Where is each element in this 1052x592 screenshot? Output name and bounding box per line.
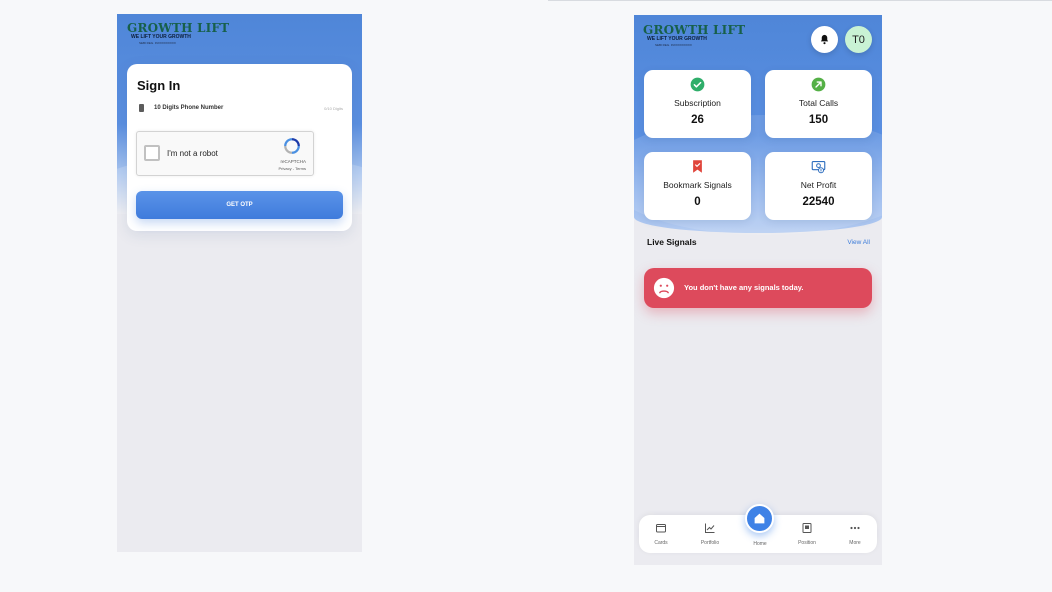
- phone-field[interactable]: 10 Digits Phone Number 0/10 Digits: [137, 104, 343, 116]
- home-screen: GROWTH LIFT WE LIFT YOUR GROWTH SEBI REG…: [634, 15, 882, 565]
- more-dots-icon: [850, 526, 860, 530]
- nav-label: Position: [798, 540, 816, 546]
- stat-card-bookmark-signals[interactable]: Bookmark Signals 0: [644, 152, 751, 220]
- logo-tagline: WE LIFT YOUR GROWTH: [131, 34, 191, 40]
- stat-card-total-calls[interactable]: Total Calls 150: [765, 70, 872, 138]
- alert-text: You don't have any signals today.: [684, 283, 804, 292]
- logo-brand: GROWTH LIFT: [643, 23, 746, 37]
- phone-icon: [139, 104, 144, 112]
- recaptcha-widget: I'm not a robot reCAPTCHA Privacy - Term…: [136, 131, 314, 176]
- avatar[interactable]: T0: [845, 26, 872, 53]
- signin-card: Sign In 10 Digits Phone Number 0/10 Digi…: [127, 64, 352, 231]
- phone-field-placeholder[interactable]: 10 Digits Phone Number: [154, 105, 223, 111]
- stat-card-subscription[interactable]: Subscription 26: [644, 70, 751, 138]
- bookmark-icon: [693, 160, 702, 173]
- nav-item-portfolio[interactable]: Portfolio: [690, 522, 730, 546]
- stat-value: 22540: [802, 196, 835, 208]
- stat-label: Total Calls: [798, 98, 839, 108]
- recaptcha-brand: reCAPTCHA: [280, 159, 306, 164]
- signin-screen: GROWTH LIFT WE LIFT YOUR GROWTH SEBI REG…: [117, 14, 362, 552]
- nav-label: Portfolio: [700, 540, 720, 546]
- stat-label: Bookmark Signals: [663, 180, 732, 190]
- app-logo: GROWTH LIFT WE LIFT YOUR GROWTH SEBI REG…: [643, 24, 745, 47]
- recaptcha-checkbox[interactable]: [144, 145, 160, 161]
- chart-line-icon: [705, 523, 715, 533]
- nav-item-cards[interactable]: Cards: [641, 522, 681, 546]
- stat-value: 26: [691, 114, 704, 126]
- position-icon: [802, 523, 812, 533]
- notifications-button[interactable]: [811, 26, 838, 53]
- logo-tagline: WE LIFT YOUR GROWTH: [647, 36, 707, 42]
- phone-digit-counter: 0/10 Digits: [324, 106, 343, 111]
- nav-label: Cards: [654, 540, 668, 546]
- logo-brand: GROWTH LIFT: [127, 21, 230, 35]
- recaptcha-logo-icon: [284, 138, 300, 154]
- app-logo: GROWTH LIFT WE LIFT YOUR GROWTH SEBI REG…: [127, 22, 229, 45]
- live-signals-title: Live Signals: [647, 237, 697, 247]
- check-circle-icon: [690, 77, 705, 92]
- stat-value: 150: [808, 114, 829, 126]
- top-divider: [548, 0, 1052, 1]
- sad-face-icon: [653, 277, 675, 299]
- logo-subline: SEBI REG. INXXXXXXXXX: [655, 43, 692, 47]
- bell-icon: [820, 34, 829, 45]
- cards-icon: [656, 524, 666, 533]
- get-otp-button[interactable]: GET OTP: [136, 191, 343, 219]
- home-icon: [754, 513, 765, 524]
- stat-label: Subscription: [674, 98, 721, 108]
- nav-item-position[interactable]: Position: [787, 522, 827, 546]
- nav-label-home: Home: [753, 541, 767, 547]
- stat-card-net-profit[interactable]: Net Profit 22540: [765, 152, 872, 220]
- view-all-link[interactable]: View All: [847, 239, 870, 246]
- recaptcha-label: I'm not a robot: [167, 149, 218, 158]
- no-signals-alert: You don't have any signals today.: [644, 268, 872, 308]
- stat-value: 0: [694, 196, 701, 208]
- page-title: Sign In: [137, 78, 181, 93]
- recaptcha-links[interactable]: Privacy - Terms: [279, 166, 306, 171]
- money-icon: [811, 160, 826, 174]
- logo-subline: SEBI REG. INXXXXXXXXX: [139, 41, 176, 45]
- nav-item-home[interactable]: [745, 504, 774, 533]
- stat-label: Net Profit: [800, 180, 837, 190]
- arrow-up-right-icon: [811, 77, 826, 92]
- nav-label: More: [849, 540, 861, 546]
- nav-item-more[interactable]: More: [835, 522, 875, 546]
